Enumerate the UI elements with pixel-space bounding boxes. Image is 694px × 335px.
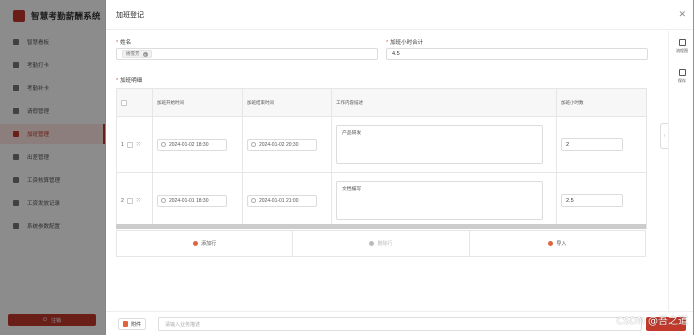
add-icon [193, 241, 199, 246]
rail-collapse-toggle[interactable]: ‹ [660, 123, 668, 149]
remove-tag-icon[interactable]: × [142, 51, 148, 57]
import-button[interactable]: 导入 [470, 231, 645, 256]
clock-icon [251, 198, 256, 203]
save-icon [678, 69, 686, 76]
row-checkbox[interactable] [126, 141, 133, 148]
import-icon [548, 241, 554, 246]
drawer-title: 加班登记 [116, 11, 144, 19]
row-checkbox[interactable] [126, 197, 133, 204]
description-textarea[interactable]: 文档编写 [336, 181, 543, 220]
overtime-detail-table: 加班开始时间 加班结束时间 工作内容描述 加班小时数 1 ⁙ 2024-01-02… [116, 88, 647, 229]
close-icon[interactable]: ✕ [678, 8, 686, 20]
row-number: 1 [121, 141, 124, 148]
select-all-cell [116, 88, 153, 117]
col-start-time: 加班开始时间 [152, 88, 243, 117]
drawer-header: 加班登记 ✕ [106, 0, 694, 30]
add-row-button[interactable]: 添加行 [117, 231, 294, 256]
description-textarea[interactable]: 产品研发 [336, 125, 543, 164]
hours-total-field[interactable]: 4.5 [386, 48, 648, 60]
select-all-checkbox[interactable] [121, 99, 127, 106]
name-tag: 杨雪芳 × [122, 50, 152, 58]
save-button[interactable]: 保存 [669, 69, 694, 84]
delete-icon [369, 241, 375, 246]
col-description: 工作内容描述 [331, 88, 557, 117]
table-actions: 添加行 删除行 导入 [116, 230, 646, 257]
delete-row-button[interactable]: 删除行 [293, 231, 470, 256]
chevron-left-icon: ‹ [663, 133, 666, 139]
clock-icon [161, 142, 166, 147]
col-end-time: 加班结束时间 [242, 88, 332, 117]
table-header-row: 加班开始时间 加班结束时间 工作内容描述 加班小时数 [116, 88, 647, 117]
table-row: 1 ⁙ 2024-01-02 18:30 2024-01-02 20:30 产品研… [116, 116, 647, 173]
remark-input[interactable]: 请输入业务描述 [158, 317, 642, 331]
drag-handle-icon[interactable]: ⁙ [136, 197, 141, 204]
clock-icon [161, 198, 166, 203]
drawer-footer: 附件 请输入业务描述 [106, 311, 694, 335]
attachment-icon [123, 321, 128, 327]
hours-total-label: * 加班小时合计 [386, 40, 424, 46]
flowchart-button[interactable]: 流程图 [669, 39, 694, 54]
attachment-button[interactable]: 附件 [118, 318, 147, 330]
col-hours: 加班小时数 [556, 88, 647, 117]
table-horizontal-scrollbar[interactable] [116, 224, 646, 229]
right-action-rail: 流程图 保存 [668, 31, 694, 313]
drag-handle-icon[interactable]: ⁙ [136, 141, 141, 148]
table-row: 2 ⁙ 2024-01-01 18:30 2024-01-01 21:00 文档编… [116, 172, 647, 229]
flowchart-icon [678, 39, 686, 46]
hours-input[interactable]: 2.5 [561, 194, 623, 207]
detail-label: * 加班明细 [116, 78, 143, 84]
start-time-picker[interactable]: 2024-01-01 18:30 [157, 194, 227, 207]
row-number: 2 [121, 197, 124, 204]
hours-input[interactable]: 2 [561, 138, 623, 151]
end-time-picker[interactable]: 2024-01-02 20:30 [247, 138, 317, 151]
start-time-picker[interactable]: 2024-01-02 18:30 [157, 138, 227, 151]
clock-icon [251, 142, 256, 147]
end-time-picker[interactable]: 2024-01-01 21:00 [247, 194, 317, 207]
name-field[interactable]: 杨雪芳 × [116, 48, 378, 60]
name-label: * 姓名 [116, 40, 132, 46]
watermark: CSDN @吾之道 [616, 316, 688, 327]
overtime-drawer: 加班登记 ✕ * 姓名 杨雪芳 × * 加班小时合计 4.5 * 加班明细 加班开始时间… [106, 0, 694, 335]
